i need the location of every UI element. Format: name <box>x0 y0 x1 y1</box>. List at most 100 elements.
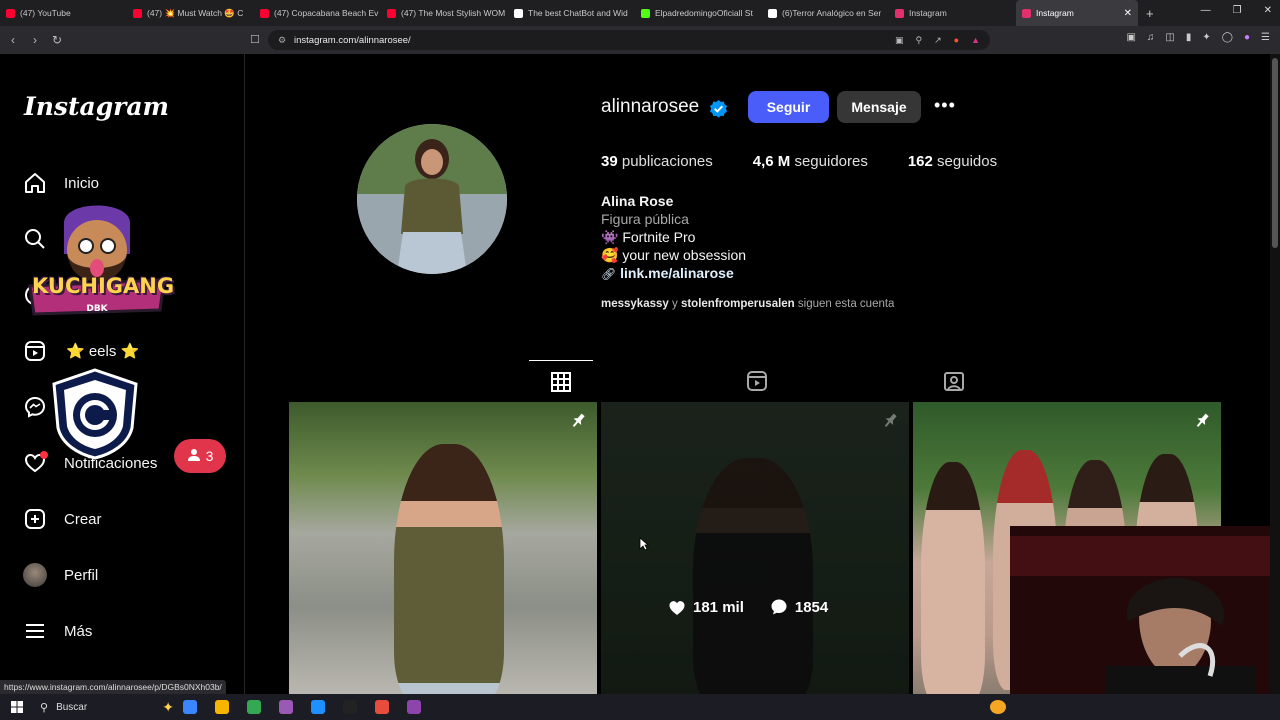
home-icon <box>22 170 48 196</box>
tab-label: Instagram <box>909 8 947 18</box>
following-stat[interactable]: 162 seguidos <box>908 153 997 170</box>
post-thumbnail[interactable] <box>289 402 597 694</box>
screenshot-icon[interactable]: ▣ <box>1126 32 1135 43</box>
tagged-icon <box>944 372 964 391</box>
tab-reels[interactable] <box>725 360 789 402</box>
browser-tab[interactable]: Instagram ✕ <box>1016 0 1138 26</box>
followed-conj: y <box>672 298 678 310</box>
brave-shield-icon[interactable]: ● <box>954 35 959 46</box>
follow-request-badge[interactable]: 3 <box>174 439 226 473</box>
windows-start-icon[interactable] <box>0 701 34 713</box>
menu-icon <box>22 618 48 644</box>
taskbar-app-icon[interactable] <box>238 694 270 720</box>
message-button[interactable]: Mensaje <box>837 91 921 123</box>
taskbar-app-icon[interactable] <box>206 694 238 720</box>
bookmark-icon[interactable]: ☐ <box>250 33 260 46</box>
restore-icon[interactable]: ❐ <box>1233 5 1242 16</box>
cast-icon[interactable]: ▣ <box>895 35 904 46</box>
taskbar-app-icon[interactable] <box>398 694 430 720</box>
taskbar-app-icon[interactable] <box>334 694 366 720</box>
address-bar[interactable]: ⚙ instagram.com/alinnarosee/ ▣ ⚲ ↗ ● ▲ <box>268 30 990 50</box>
verified-badge-icon <box>709 99 728 118</box>
extensions-icon[interactable]: ✦ <box>1202 32 1210 43</box>
app-icon <box>183 700 197 714</box>
leo-icon[interactable]: ● <box>1244 32 1250 43</box>
tab-label: (47) YouTube <box>20 8 71 18</box>
browser-tab[interactable]: (6)Terror Analógico en Ser <box>762 0 889 26</box>
pin-icon <box>572 413 585 428</box>
sidebar-item-crear[interactable]: Crear <box>22 506 102 532</box>
weather-icon[interactable] <box>990 700 1006 714</box>
taskbar-search[interactable]: ⚲ Buscar ✦ <box>34 694 174 720</box>
browser-tab[interactable]: ElpadredomingoOficiall St <box>635 0 762 26</box>
browser-tab[interactable]: Instagram <box>889 0 1016 26</box>
close-window-icon[interactable]: ✕ <box>1264 5 1272 16</box>
pin-icon <box>1196 413 1209 428</box>
sidebar-item-perfil[interactable]: Perfil <box>22 562 98 588</box>
club-crest-overlay <box>52 368 138 460</box>
following-label: seguidos <box>937 153 998 170</box>
app-icon <box>311 700 325 714</box>
tab-favicon-icon <box>895 8 904 18</box>
wallet-icon[interactable]: ▮ <box>1186 32 1192 43</box>
taskbar-app-icon[interactable] <box>302 694 334 720</box>
tab-label: The best ChatBot and Wid <box>528 8 628 18</box>
tab-posts[interactable] <box>529 360 593 402</box>
instagram-logo[interactable]: Instagram <box>24 92 169 121</box>
posts-count: 39 <box>601 153 618 170</box>
reels-icon <box>22 338 48 364</box>
taskbar-app-icon[interactable] <box>366 694 398 720</box>
close-tab-icon[interactable]: ✕ <box>1124 8 1132 19</box>
follow-request-count: 3 <box>205 448 214 464</box>
bio-link[interactable]: link.me/alinarose <box>620 265 734 281</box>
browser-tab[interactable]: (47) YouTube <box>0 0 127 26</box>
sidebar-toggle-icon[interactable]: ◫ <box>1165 32 1174 43</box>
brave-rewards-icon[interactable]: ▲ <box>971 35 980 46</box>
profile-username: alinnarosee <box>601 96 700 117</box>
media-icon[interactable]: ♫ <box>1147 32 1155 43</box>
profile-tabs <box>289 360 1221 402</box>
tab-favicon-icon <box>387 8 396 18</box>
share-icon[interactable]: ↗ <box>934 35 942 46</box>
zoom-icon[interactable]: ⚲ <box>916 35 923 46</box>
browser-tab[interactable]: (47) Copacabana Beach Ev <box>254 0 381 26</box>
browser-toolbar: ‹ › ↻ ☐ ⚙ instagram.com/alinnarosee/ ▣ ⚲… <box>0 26 1280 54</box>
tab-label: (47) Copacabana Beach Ev <box>274 8 379 18</box>
app-icon <box>343 700 357 714</box>
menu-icon[interactable]: ☰ <box>1261 32 1270 43</box>
browser-tab[interactable]: (47) The Most Stylish WOM <box>381 0 508 26</box>
forward-icon[interactable]: › <box>26 33 44 47</box>
post-hover-stats: 181 mil 1854 <box>668 598 828 616</box>
scrollbar-thumb[interactable] <box>1272 58 1278 248</box>
heart-filled-icon <box>669 600 685 615</box>
follow-button[interactable]: Seguir <box>748 91 829 123</box>
sidebar-item-reels[interactable]: ⭐ eels ⭐ <box>22 338 139 364</box>
tab-label: (6)Terror Analógico en Ser <box>782 8 882 18</box>
sidebar-item-mas[interactable]: Más <box>22 618 92 644</box>
tab-label: ElpadredomingoOficiall St <box>655 8 753 18</box>
browser-tab[interactable]: (47) 💥 Must Watch 🤩 C <box>127 0 254 26</box>
new-tab-icon[interactable]: + <box>1146 6 1154 21</box>
tab-label: (47) 💥 Must Watch 🤩 C <box>147 7 244 18</box>
minimize-icon[interactable]: — <box>1201 5 1211 16</box>
sidebar-item-label: Perfil <box>64 566 99 584</box>
profile-avatar[interactable] <box>357 124 507 274</box>
followers-stat[interactable]: 4,6 M seguidores <box>753 153 868 170</box>
taskbar-app-icon[interactable] <box>270 694 302 720</box>
back-icon[interactable]: ‹ <box>4 33 22 47</box>
site-info-icon[interactable]: ⚙ <box>278 35 286 46</box>
vpn-icon[interactable]: ◯ <box>1222 32 1233 43</box>
more-options-icon[interactable]: ••• <box>934 95 956 116</box>
search-icon: ⚲ <box>40 701 49 714</box>
likes-stat: 181 mil <box>668 599 744 616</box>
taskbar-app-icon[interactable] <box>174 694 206 720</box>
browser-tab[interactable]: The best ChatBot and Wid <box>508 0 635 26</box>
reload-icon[interactable]: ↻ <box>48 33 66 47</box>
page-scrollbar[interactable] <box>1270 54 1280 694</box>
followed-by[interactable]: messykassy y stolenfromperusalen siguen … <box>601 298 894 310</box>
sidebar-item-inicio[interactable]: Inicio <box>22 170 99 196</box>
dbk-text: DBK <box>86 304 108 314</box>
link-preview-status: https://www.instagram.com/alinnarosee/p/… <box>0 680 226 694</box>
followed-suffix: siguen esta cuenta <box>797 298 895 310</box>
tab-tagged[interactable] <box>922 360 986 402</box>
